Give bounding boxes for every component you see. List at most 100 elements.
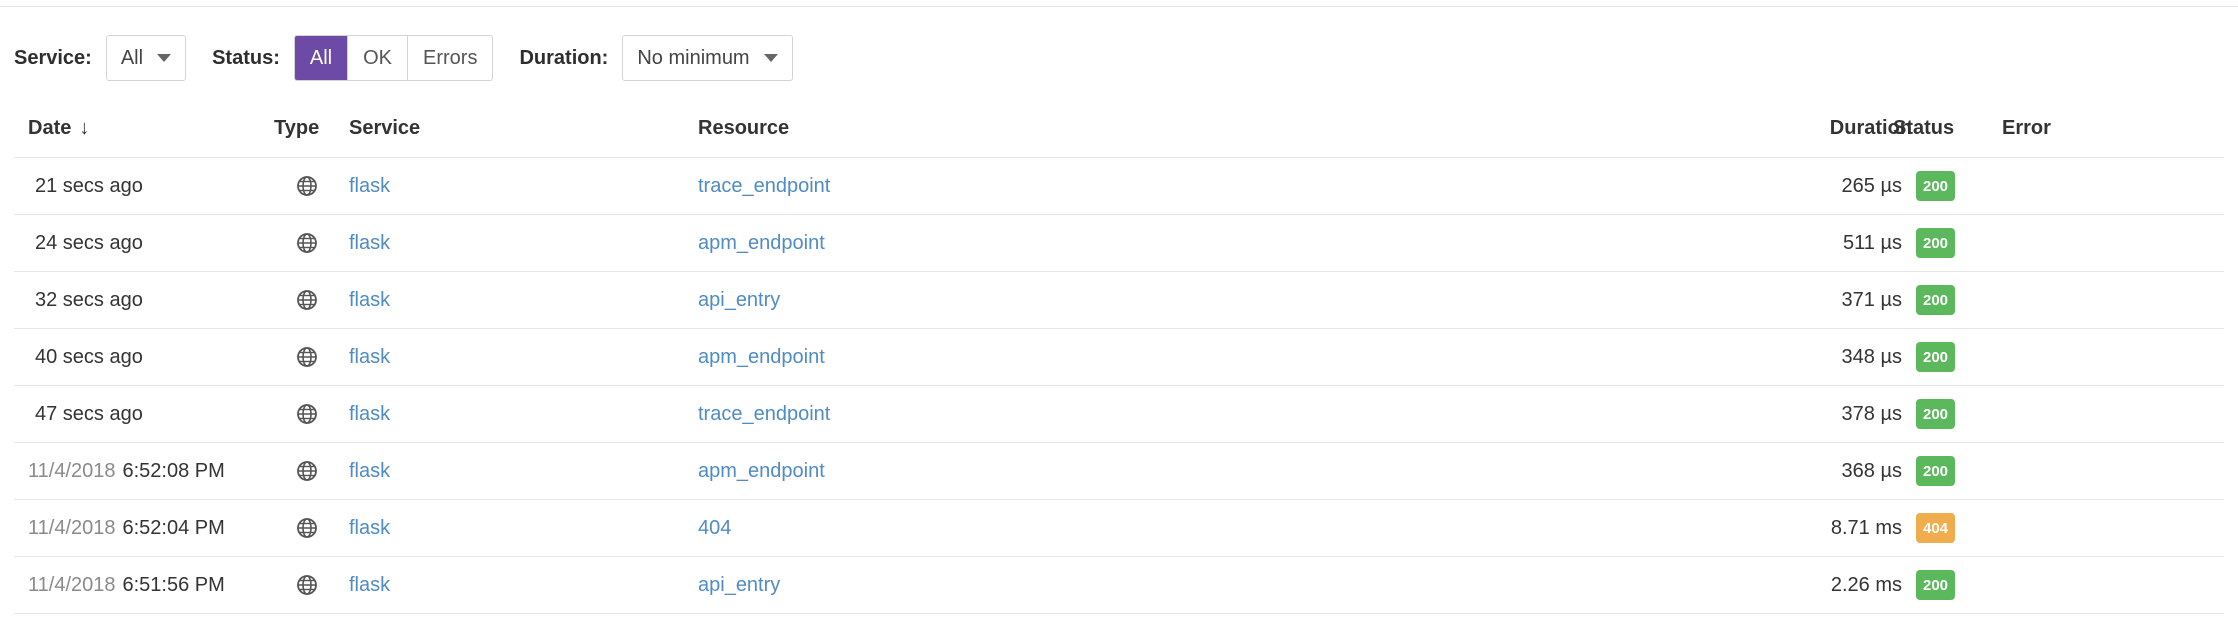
duration-value: 368 µs — [1841, 459, 1902, 482]
column-header-status[interactable]: Status — [1893, 100, 1954, 157]
status-cell: 404 — [1916, 500, 1956, 556]
type-cell — [274, 272, 338, 328]
status-badge: 200 — [1916, 399, 1956, 429]
status-filter-toggle: All OK Errors — [293, 35, 494, 81]
chevron-down-icon — [157, 54, 172, 62]
column-header-date-label: Date — [28, 117, 72, 139]
duration-filter-label: Duration: — [519, 46, 609, 69]
service-link[interactable]: flask — [349, 500, 390, 556]
type-cell — [274, 443, 338, 499]
date-cell: 11/4/2018 6:52:08 PM — [28, 443, 225, 499]
status-cell: 200 — [1916, 215, 1956, 271]
status-badge: 200 — [1916, 342, 1956, 372]
status-filter-label: Status: — [212, 46, 280, 69]
type-cell — [274, 557, 338, 613]
status-cell: 200 — [1916, 557, 1956, 613]
table-row[interactable]: 11/4/2018 6:51:56 PM flask api_entry 2.2… — [14, 557, 2224, 614]
service-link[interactable]: flask — [349, 215, 390, 271]
date-cell: 32 secs ago — [28, 272, 143, 328]
status-filter-errors[interactable]: Errors — [407, 36, 493, 80]
resource-link[interactable]: apm_endpoint — [698, 215, 825, 271]
date-cell: 47 secs ago — [28, 386, 143, 442]
service-link[interactable]: flask — [349, 329, 390, 385]
date-cell: 21 secs ago — [28, 158, 143, 214]
column-header-service[interactable]: Service — [349, 100, 420, 157]
resource-link[interactable]: trace_endpoint — [698, 386, 830, 442]
chevron-down-icon — [763, 54, 778, 62]
resource-link[interactable]: apm_endpoint — [698, 443, 825, 499]
table-row[interactable]: 11/4/2018 6:52:04 PM flask 404 8.71 ms 4… — [14, 500, 2224, 557]
service-link[interactable]: flask — [349, 386, 390, 442]
top-divider — [0, 6, 2238, 7]
date-prefix: 11/4/2018 — [28, 516, 116, 539]
service-filter-dropdown[interactable]: All — [105, 35, 187, 81]
date-value: 6:52:04 PM — [122, 516, 225, 539]
status-badge: 404 — [1916, 513, 1956, 543]
date-prefix: 11/4/2018 — [28, 459, 116, 482]
status-cell: 200 — [1916, 386, 1956, 442]
column-header-error[interactable]: Error — [2002, 100, 2051, 157]
date-prefix: 11/4/2018 — [28, 573, 116, 596]
service-link[interactable]: flask — [349, 158, 390, 214]
duration-value: 378 µs — [1841, 402, 1902, 425]
date-cell: 11/4/2018 6:52:04 PM — [28, 500, 225, 556]
status-filter-ok[interactable]: OK — [347, 36, 408, 80]
date-cell: 40 secs ago — [28, 329, 143, 385]
globe-icon — [297, 290, 317, 310]
filter-bar: Service: All Status: All OK Errors Durat… — [14, 34, 793, 82]
service-link[interactable]: flask — [349, 272, 390, 328]
date-cell: 24 secs ago — [28, 215, 143, 271]
service-link[interactable]: flask — [349, 443, 390, 499]
table-row[interactable]: 24 secs ago flask apm_endpoint 511 µs 20… — [14, 215, 2224, 272]
resource-link[interactable]: apm_endpoint — [698, 329, 825, 385]
column-header-date[interactable]: Date ↓ — [28, 100, 89, 157]
duration-value: 511 µs — [1843, 231, 1902, 254]
duration-value: 348 µs — [1841, 345, 1902, 368]
globe-icon — [297, 176, 317, 196]
table-row[interactable]: 11/4/2018 6:52:08 PM flask apm_endpoint … — [14, 443, 2224, 500]
resource-link[interactable]: api_entry — [698, 557, 780, 613]
resource-link[interactable]: 404 — [698, 500, 731, 556]
type-cell — [274, 386, 338, 442]
resource-link[interactable]: api_entry — [698, 272, 780, 328]
status-badge: 200 — [1916, 171, 1956, 201]
table-header-row: Date ↓ Type Service Resource Duration St… — [14, 100, 2224, 158]
status-badge: 200 — [1916, 228, 1956, 258]
date-value: 6:52:08 PM — [122, 459, 225, 482]
duration-value: 2.26 ms — [1830, 573, 1902, 596]
date-cell: 11/4/2018 6:51:56 PM — [28, 557, 225, 613]
type-cell — [274, 500, 338, 556]
status-badge: 200 — [1916, 456, 1956, 486]
column-header-resource[interactable]: Resource — [698, 100, 789, 157]
table-row[interactable]: 32 secs ago flask api_entry 371 µs 200 — [14, 272, 2224, 329]
status-cell: 200 — [1916, 158, 1956, 214]
type-cell — [274, 158, 338, 214]
status-filter-all[interactable]: All — [294, 36, 348, 80]
service-link[interactable]: flask — [349, 557, 390, 613]
globe-icon — [297, 404, 317, 424]
table-row[interactable]: 40 secs ago flask apm_endpoint 348 µs 20… — [14, 329, 2224, 386]
globe-icon — [297, 347, 317, 367]
globe-icon — [297, 518, 317, 538]
status-cell: 200 — [1916, 443, 1956, 499]
duration-value: 371 µs — [1841, 288, 1902, 311]
date-value: 47 secs ago — [35, 402, 143, 425]
duration-filter-dropdown[interactable]: No minimum — [622, 35, 793, 81]
date-value: 21 secs ago — [35, 174, 143, 197]
status-cell: 200 — [1916, 272, 1956, 328]
globe-icon — [297, 575, 317, 595]
service-filter-value: All — [120, 46, 144, 69]
sort-desc-icon: ↓ — [79, 117, 90, 139]
column-header-type[interactable]: Type — [274, 100, 319, 157]
table-row[interactable]: 47 secs ago flask trace_endpoint 378 µs … — [14, 386, 2224, 443]
date-value: 24 secs ago — [35, 231, 143, 254]
type-cell — [274, 329, 338, 385]
globe-icon — [297, 233, 317, 253]
date-value: 32 secs ago — [35, 288, 143, 311]
table-row[interactable]: 21 secs ago flask trace_endpoint 265 µs … — [14, 158, 2224, 215]
duration-filter-value: No minimum — [637, 46, 750, 69]
date-value: 40 secs ago — [35, 345, 143, 368]
resource-link[interactable]: trace_endpoint — [698, 158, 830, 214]
type-cell — [274, 215, 338, 271]
traces-table: Date ↓ Type Service Resource Duration St… — [14, 100, 2224, 614]
